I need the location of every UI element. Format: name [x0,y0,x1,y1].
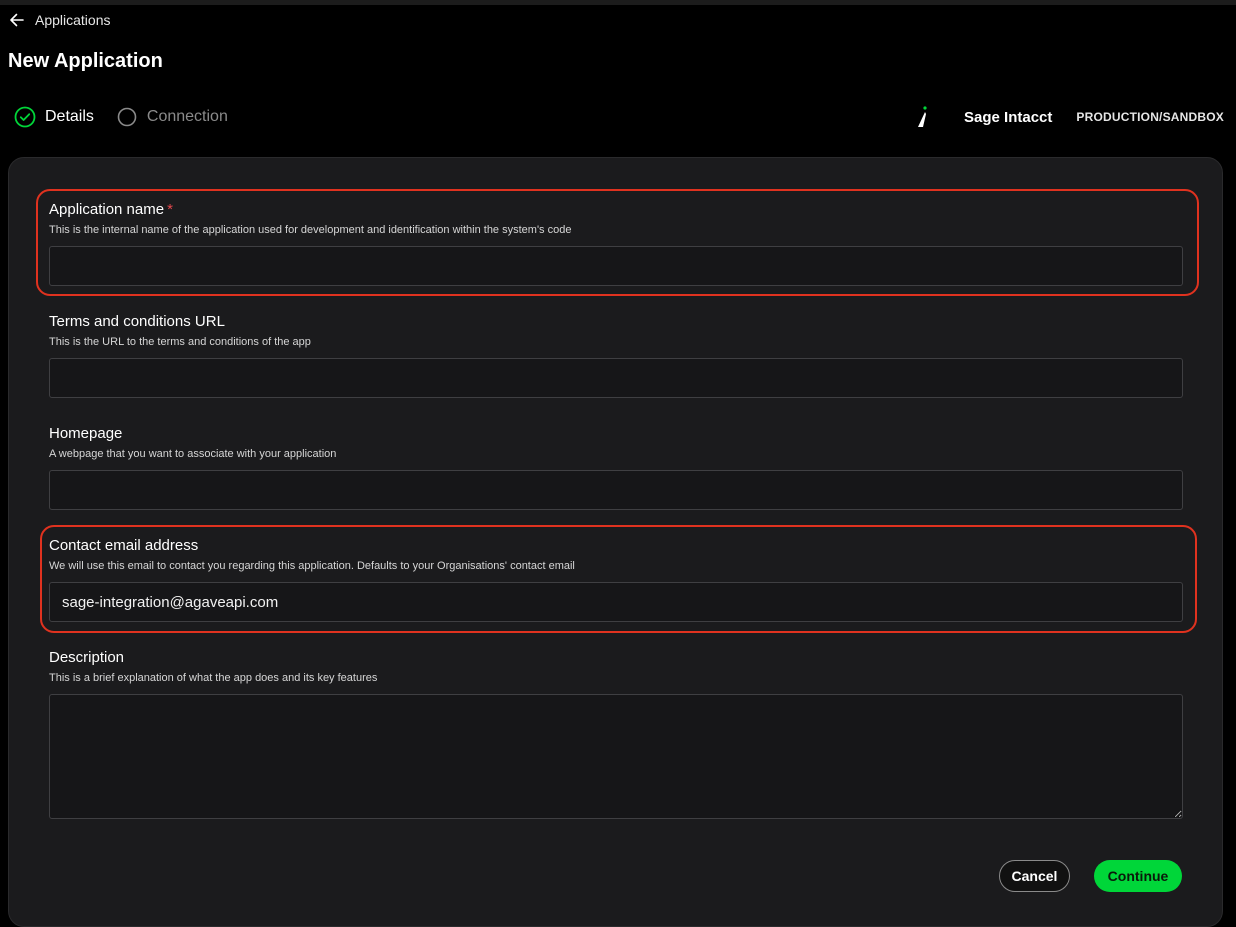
cancel-button[interactable]: Cancel [999,860,1070,892]
description-label: Description [49,649,125,666]
homepage-input[interactable] [49,470,1183,510]
terms-url-input[interactable] [49,358,1183,398]
required-marker: * [167,201,173,218]
form-actions: Cancel Continue [999,860,1182,892]
step-details-label: Details [45,108,94,125]
application-name-label: Application name * [49,201,173,218]
application-form-card: Application name * This is the internal n… [8,157,1223,927]
arrow-left-icon [10,13,24,27]
description-field: Description This is a brief explanation … [49,648,1183,819]
contact-email-label: Contact email address [49,537,199,554]
integration-brand: Sage Intacct PRODUCTION/SANDBOX [916,104,1224,130]
application-name-field: Application name * This is the internal n… [49,200,1183,286]
contact-email-input[interactable] [49,582,1183,622]
environment-label: PRODUCTION/SANDBOX [1076,110,1224,124]
continue-button[interactable]: Continue [1094,860,1182,892]
step-connection-label: Connection [146,108,228,125]
terms-url-label: Terms and conditions URL [49,313,225,330]
application-name-input[interactable] [49,246,1183,286]
contact-email-help: We will use this email to contact you re… [49,560,575,572]
contact-email-field: Contact email address We will use this e… [49,536,1183,622]
application-name-help: This is the internal name of the applica… [49,224,572,236]
back-to-applications-link[interactable]: Applications [8,10,111,30]
homepage-help: A webpage that you want to associate wit… [49,448,337,460]
brand-name: Sage Intacct [964,108,1053,126]
back-link-label: Applications [35,12,111,28]
description-textarea[interactable] [49,694,1183,819]
stepper: Details Connection [14,105,228,129]
homepage-field: Homepage A webpage that you want to asso… [49,424,1183,510]
sage-intacct-logo-icon [918,106,927,127]
page-title: New Application [8,50,163,72]
top-strip [0,0,1236,5]
terms-url-field: Terms and conditions URL This is the URL… [49,312,1183,398]
terms-url-help: This is the URL to the terms and conditi… [49,336,311,348]
empty-circle-icon [117,107,137,127]
description-help: This is a brief explanation of what the … [49,672,378,684]
step-connection[interactable]: Connection [116,106,228,128]
homepage-label: Homepage [49,425,123,442]
step-details[interactable]: Details [14,106,94,128]
check-circle-icon [14,106,36,128]
